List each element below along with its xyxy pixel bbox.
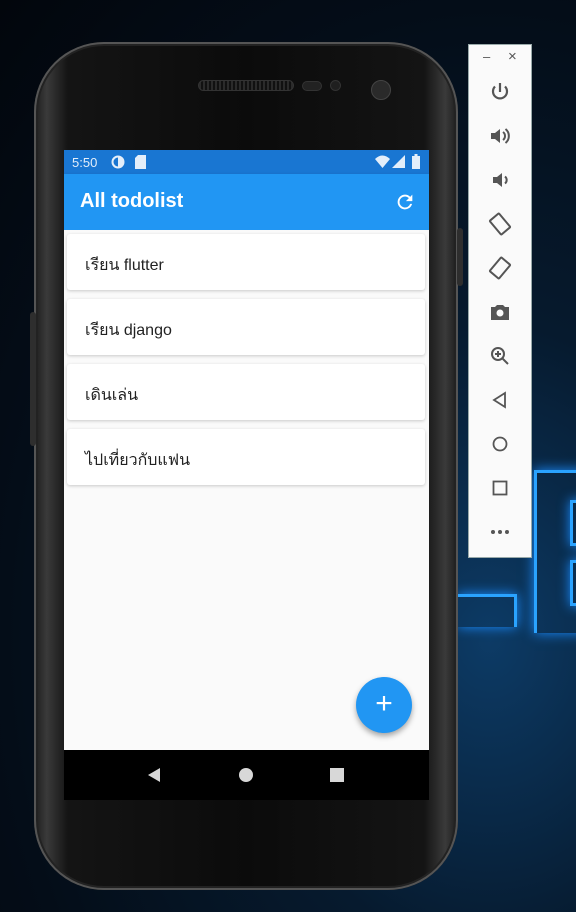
- camera-icon[interactable]: [488, 300, 512, 324]
- refresh-icon[interactable]: [394, 191, 416, 213]
- volume-up-icon[interactable]: [488, 124, 512, 148]
- volume-down-icon[interactable]: [488, 168, 512, 192]
- page-title: All todolist: [80, 190, 184, 212]
- front-camera: [371, 80, 391, 100]
- minimize-button[interactable]: –: [483, 49, 490, 64]
- power-side-button[interactable]: [457, 228, 463, 286]
- proximity-sensor: [302, 81, 322, 91]
- home-icon[interactable]: [488, 432, 512, 456]
- status-time: 5:50: [72, 155, 98, 170]
- data-saver-icon: [111, 155, 125, 169]
- device-screen: 5:50 All todolist เรียน flutter เรียน dj…: [64, 150, 429, 800]
- background-glow: [534, 470, 576, 633]
- power-icon[interactable]: [488, 80, 512, 104]
- light-sensor: [330, 80, 341, 91]
- todo-item[interactable]: ไปเที่ยวกับแฟน: [67, 429, 425, 485]
- todo-label: เรียน django: [85, 322, 172, 339]
- todo-list: เรียน flutter เรียน django เดินเล่น ไปเท…: [64, 230, 429, 750]
- app-bar: All todolist: [64, 174, 429, 230]
- status-bar: 5:50: [64, 150, 429, 174]
- emulator-controls: – ×: [468, 44, 532, 558]
- nav-overview-icon[interactable]: [330, 768, 344, 782]
- volume-side-button[interactable]: [30, 312, 36, 446]
- rotate-right-icon[interactable]: [488, 256, 512, 280]
- system-nav-bar: [64, 750, 429, 800]
- todo-item[interactable]: เดินเล่น: [67, 364, 425, 420]
- todo-item[interactable]: เรียน flutter: [67, 234, 425, 290]
- earpiece-speaker: [198, 80, 294, 91]
- zoom-icon[interactable]: [488, 344, 512, 368]
- nav-home-icon[interactable]: [239, 768, 253, 782]
- rotate-left-icon[interactable]: [488, 212, 512, 236]
- background-glow: [570, 560, 576, 606]
- todo-label: เดินเล่น: [85, 387, 139, 404]
- overview-icon[interactable]: [488, 476, 512, 500]
- add-todo-button[interactable]: +: [356, 677, 412, 733]
- sd-card-icon: [135, 155, 146, 169]
- close-button[interactable]: ×: [508, 48, 517, 65]
- back-icon[interactable]: [488, 388, 512, 412]
- todo-label: เรียน flutter: [85, 257, 164, 274]
- todo-label: ไปเที่ยวกับแฟน: [85, 452, 190, 469]
- signal-icon: [392, 155, 405, 168]
- background-glow: [458, 594, 517, 627]
- background-glow: [570, 500, 576, 546]
- wifi-icon: [375, 155, 390, 168]
- more-icon[interactable]: [488, 520, 512, 544]
- todo-item[interactable]: เรียน django: [67, 299, 425, 355]
- nav-back-icon[interactable]: [148, 768, 160, 782]
- battery-icon: [412, 154, 420, 169]
